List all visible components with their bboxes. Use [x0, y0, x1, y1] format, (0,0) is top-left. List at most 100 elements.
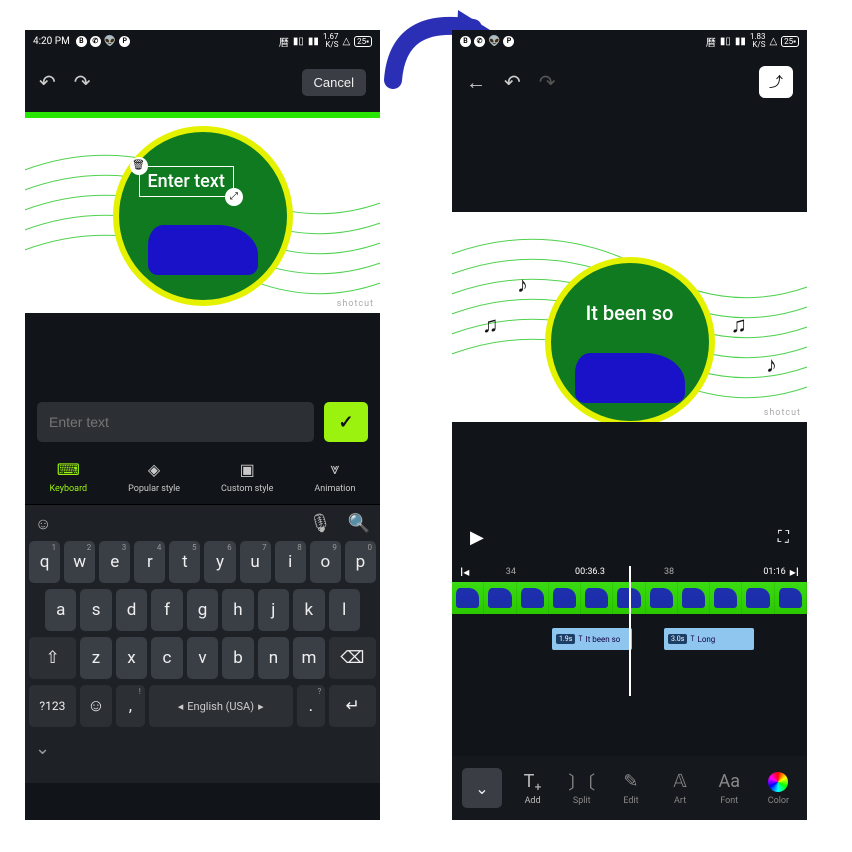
- text-clip-1[interactable]: 1.9s T It been so: [552, 628, 632, 650]
- wifi-icon: 曆: [706, 34, 716, 49]
- split-label: Split: [573, 796, 591, 806]
- text-clip-2[interactable]: 3.0s T Long: [664, 628, 754, 650]
- key-f[interactable]: f: [151, 589, 182, 631]
- keyboard-row-2: a s d f g h j k l: [25, 586, 380, 634]
- text-overlay[interactable]: Enter text 🗑 ⤢: [139, 166, 234, 197]
- video-preview-right: ♫ ♪ ♫ ♪ It been so shotcut: [452, 212, 807, 422]
- clip-duration: 3.0s: [668, 634, 687, 644]
- phone-right: B ✆ 👽 P 曆 ▮▯ ▮▮ 1.83 K/S △ 25▪ ← ↶ ↷ ⤴: [452, 30, 807, 820]
- mic-icon[interactable]: 🎙: [309, 513, 332, 534]
- status-bar-right: B ✆ 👽 P 曆 ▮▯ ▮▮ 1.83 K/S △ 25▪: [452, 30, 807, 52]
- key-p[interactable]: 0p: [345, 541, 376, 583]
- undo-button[interactable]: ↶: [39, 70, 56, 94]
- status-app-icon: B: [460, 36, 471, 47]
- cancel-button[interactable]: Cancel: [302, 69, 366, 96]
- back-button[interactable]: ←: [466, 70, 486, 95]
- key-n[interactable]: n: [258, 637, 290, 679]
- art-button[interactable]: 𝔸 Art: [656, 771, 705, 806]
- redo-button[interactable]: ↷: [539, 70, 556, 94]
- battery-icon: 25▪: [354, 36, 372, 47]
- key-w[interactable]: 2w: [64, 541, 95, 583]
- net-unit: K/S: [325, 40, 338, 49]
- split-icon: 〕〔: [568, 771, 595, 793]
- key-i[interactable]: 8i: [275, 541, 306, 583]
- key-m[interactable]: m: [293, 637, 325, 679]
- key-o[interactable]: 9o: [310, 541, 341, 583]
- watermark: shotcut: [764, 408, 801, 418]
- custom-style-icon: ▣: [236, 458, 258, 480]
- key-r[interactable]: 4r: [134, 541, 165, 583]
- undo-button[interactable]: ↶: [504, 70, 521, 94]
- keyboard-toolbar: ☺ 🎙 🔍: [25, 509, 380, 538]
- edit-button[interactable]: ✎ Edit: [606, 771, 655, 806]
- emoji-toggle-icon[interactable]: ☺: [35, 514, 51, 534]
- color-button[interactable]: Color: [754, 771, 803, 806]
- tab-keyboard[interactable]: ⌨ Keyboard: [49, 458, 87, 494]
- play-button[interactable]: ▶: [470, 527, 484, 548]
- clip-label: Long: [698, 635, 716, 644]
- font-button[interactable]: Aa Font: [705, 771, 754, 806]
- tab-popular-style[interactable]: ◈ Popular style: [128, 458, 180, 494]
- add-text-button[interactable]: T₊ Add: [508, 771, 557, 806]
- key-comma[interactable]: !,: [116, 685, 145, 727]
- key-q[interactable]: 1q: [29, 541, 60, 583]
- keyboard-row-3: ⇧ z x c v b n m ⌫: [25, 634, 380, 682]
- prev-frame-button[interactable]: I◂: [460, 565, 469, 579]
- thermal-icon: △: [342, 36, 350, 47]
- text-input[interactable]: [37, 402, 314, 442]
- edit-label: Edit: [623, 796, 638, 806]
- key-emoji[interactable]: ☺: [80, 685, 112, 727]
- key-y[interactable]: 6y: [204, 541, 235, 583]
- key-j[interactable]: j: [258, 589, 289, 631]
- key-backspace[interactable]: ⌫: [329, 637, 376, 679]
- tab-animation[interactable]: ⩔ Animation: [314, 458, 355, 494]
- key-t[interactable]: 5t: [169, 541, 200, 583]
- virtual-keyboard: ☺ 🎙 🔍 1q 2w 3e 4r 5t 6y 7u 8i 9o 0p a s …: [25, 505, 380, 783]
- phone-left: 4:20 PM B ✆ 👽 P 曆 ▮▯ ▮▮ 1.67 K/S △ 25▪ ↶…: [25, 30, 380, 820]
- disc-graphic: Enter text 🗑 ⤢: [113, 126, 293, 306]
- key-k[interactable]: k: [293, 589, 324, 631]
- keyboard-icon: ⌨: [57, 458, 79, 480]
- playhead[interactable]: [629, 566, 631, 696]
- confirm-button[interactable]: ✓: [324, 402, 368, 442]
- split-button[interactable]: 〕〔 Split: [557, 771, 606, 806]
- scale-handle[interactable]: ⤢: [225, 188, 243, 206]
- keyboard-collapse[interactable]: ⌄: [25, 730, 380, 767]
- key-space[interactable]: ◂ English (USA) ▸: [149, 685, 293, 727]
- close-panel-button[interactable]: ⌄: [462, 768, 502, 808]
- key-e[interactable]: 3e: [99, 541, 130, 583]
- search-icon[interactable]: 🔍: [348, 513, 370, 534]
- fullscreen-button[interactable]: ⛶: [778, 527, 789, 547]
- key-h[interactable]: h: [222, 589, 253, 631]
- color-ring-icon: [768, 771, 788, 793]
- key-u[interactable]: 7u: [240, 541, 271, 583]
- redo-button[interactable]: ↷: [74, 70, 91, 94]
- key-shift[interactable]: ⇧: [29, 637, 76, 679]
- edit-icon: ✎: [623, 771, 638, 793]
- export-button[interactable]: ⤴: [759, 66, 793, 98]
- key-enter[interactable]: ↵: [329, 685, 376, 727]
- key-l[interactable]: l: [329, 589, 360, 631]
- delete-handle[interactable]: 🗑: [130, 157, 148, 175]
- font-label: Font: [720, 796, 738, 806]
- tab-custom-style[interactable]: ▣ Custom style: [221, 458, 273, 494]
- key-x[interactable]: x: [116, 637, 148, 679]
- key-d[interactable]: d: [116, 589, 147, 631]
- key-s[interactable]: s: [80, 589, 111, 631]
- key-v[interactable]: v: [187, 637, 219, 679]
- key-z[interactable]: z: [80, 637, 112, 679]
- thermal-icon: △: [769, 36, 777, 47]
- key-numbers[interactable]: ?123: [29, 685, 76, 727]
- key-period[interactable]: ?.: [297, 685, 326, 727]
- reddit-icon: 👽: [488, 36, 500, 47]
- key-a[interactable]: a: [45, 589, 76, 631]
- keyboard-row-1: 1q 2w 3e 4r 5t 6y 7u 8i 9o 0p: [25, 538, 380, 586]
- key-b[interactable]: b: [222, 637, 254, 679]
- music-note-icon: ♪: [517, 272, 528, 298]
- add-text-icon: T₊: [524, 771, 542, 793]
- tab-popular-label: Popular style: [128, 484, 180, 494]
- key-g[interactable]: g: [187, 589, 218, 631]
- watermark: shotcut: [337, 299, 374, 309]
- key-c[interactable]: c: [151, 637, 183, 679]
- next-frame-button[interactable]: ▸I: [790, 565, 799, 579]
